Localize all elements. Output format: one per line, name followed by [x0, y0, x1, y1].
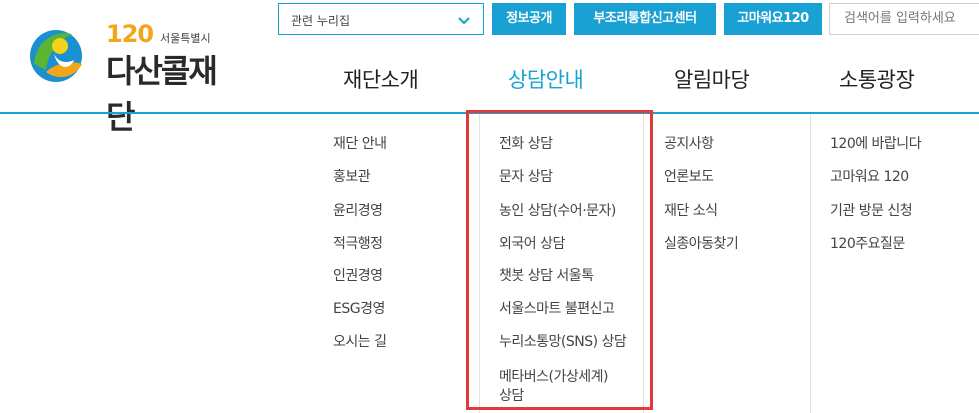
submenu-notices[interactable]: 공지사항 [664, 133, 714, 153]
thanks-120-button[interactable]: 고마워요120 [724, 3, 822, 35]
chevron-down-icon [458, 17, 470, 25]
gnb-item-notice[interactable]: 알림마당 [674, 64, 750, 94]
logo-mark-icon [30, 30, 82, 82]
gnb-item-about[interactable]: 재단소개 [343, 64, 419, 94]
logo-subtitle: 서울특별시 [160, 32, 211, 45]
corruption-report-button[interactable]: 부조리통합신고센터 [574, 3, 716, 35]
submenu-ethics[interactable]: 윤리경영 [333, 200, 383, 220]
submenu-thanks-120[interactable]: 고마워요 120 [830, 166, 909, 186]
related-sites-value: 관련 누리집 [291, 14, 351, 28]
related-sites-select[interactable]: 관련 누리집 [278, 3, 484, 35]
site-logo[interactable]: 120 서울특별시 다산콜재단 [26, 18, 236, 136]
submenu-wish-120[interactable]: 120에 바랍니다 [830, 133, 922, 153]
logo-number: 120 [106, 20, 154, 48]
search-input[interactable]: 검색어를 입력하세요 [829, 3, 979, 35]
submenu-human-rights[interactable]: 인권경영 [333, 265, 383, 285]
gnb-item-consult[interactable]: 상담안내 [508, 64, 584, 94]
submenu-foundation-news[interactable]: 재단 소식 [664, 200, 718, 220]
column-divider [810, 114, 811, 413]
logo-name: 다산콜재단 [106, 52, 218, 136]
submenu-faq[interactable]: 120주요질문 [830, 233, 905, 253]
submenu-press[interactable]: 언론보도 [664, 166, 714, 186]
submenu-directions[interactable]: 오시는 길 [333, 331, 387, 351]
submenu-visit-request[interactable]: 기관 방문 신청 [830, 200, 913, 220]
submenu-missing-child[interactable]: 실종아동찾기 [664, 233, 739, 253]
submenu-pr-hall[interactable]: 홍보관 [333, 166, 371, 186]
submenu-active-admin[interactable]: 적극행정 [333, 233, 383, 253]
info-disclosure-button[interactable]: 정보공개 [492, 3, 566, 35]
highlight-box [466, 110, 653, 410]
gnb-item-community[interactable]: 소통광장 [839, 64, 915, 94]
submenu-esg[interactable]: ESG경영 [333, 298, 385, 318]
submenu-about-foundation[interactable]: 재단 안내 [333, 133, 387, 153]
